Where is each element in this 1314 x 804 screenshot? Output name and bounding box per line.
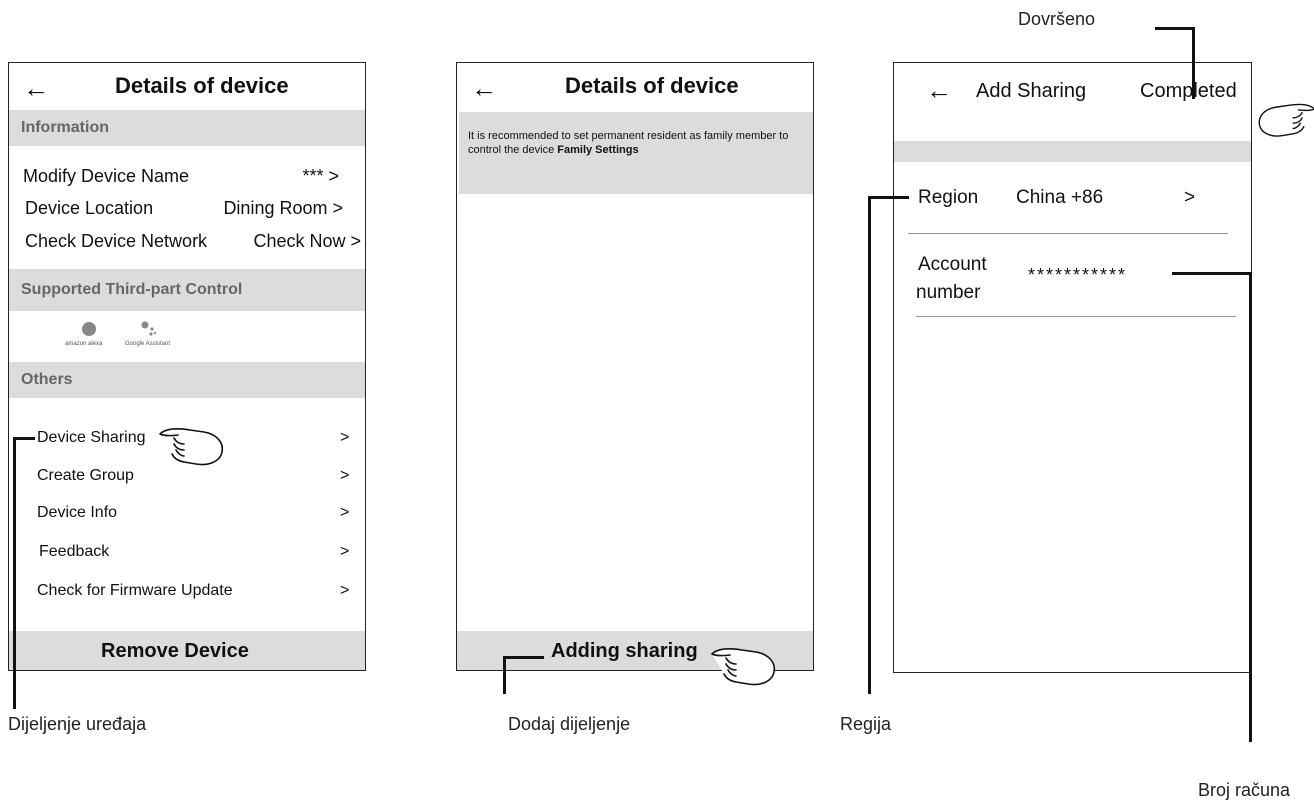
region-label[interactable]: Region <box>918 187 978 209</box>
create-group-chevron[interactable]: > <box>340 467 349 485</box>
screen-add-sharing: ← Add Sharing Completed Region China +86… <box>893 62 1252 673</box>
annotation-device-sharing: Dijeljenje uređaja <box>8 714 147 734</box>
back-arrow-icon[interactable]: ← <box>471 73 497 104</box>
page-title: Details of device <box>115 73 289 98</box>
google-assistant-label: Google Assistant <box>125 341 171 347</box>
feedback-chevron[interactable]: > <box>340 543 349 561</box>
device-location-value[interactable]: Dining Room > <box>223 198 343 219</box>
leader-line <box>504 656 544 659</box>
device-info-item[interactable]: Device Info <box>37 504 117 522</box>
back-arrow-icon[interactable]: ← <box>23 73 49 104</box>
check-network-value[interactable]: Check Now > <box>253 231 361 252</box>
annotation-account-number: Broj računa <box>1198 780 1291 800</box>
leader-line <box>1155 27 1195 30</box>
leader-line <box>1249 272 1252 742</box>
page-title: Details of device <box>565 73 739 98</box>
region-chevron[interactable]: > <box>1184 187 1195 209</box>
account-number-label: Account <box>918 254 987 275</box>
screen-details-sharing: ← Details of device It is recommended to… <box>456 62 814 671</box>
leader-line <box>1172 272 1252 275</box>
create-group-item[interactable]: Create Group <box>37 467 134 485</box>
family-settings-link[interactable]: Family Settings <box>557 144 638 156</box>
family-settings-notice: It is recommended to set permanent resid… <box>459 112 813 194</box>
leader-line <box>15 437 35 440</box>
leader-line <box>503 656 506 694</box>
check-network-label[interactable]: Check Device Network <box>25 231 207 252</box>
firmware-update-chevron[interactable]: > <box>340 582 349 600</box>
pointing-hand-icon <box>711 648 776 686</box>
screen-device-details: ← Details of device Information Modify D… <box>8 62 366 671</box>
google-assistant-logo-icon <box>141 321 157 336</box>
alexa-label: amazon alexa <box>65 341 103 347</box>
region-value[interactable]: China +86 <box>1016 187 1103 209</box>
modify-device-name-label[interactable]: Modify Device Name <box>23 166 189 187</box>
modify-device-name-value[interactable]: *** > <box>302 166 339 187</box>
annotation-completed: Dovršeno <box>1018 9 1096 29</box>
device-location-label[interactable]: Device Location <box>25 198 153 219</box>
device-sharing-chevron[interactable]: > <box>340 429 349 447</box>
section-header-information: Information <box>9 110 365 146</box>
pointing-hand-icon <box>159 428 224 466</box>
account-number-input[interactable]: *********** <box>1028 265 1127 286</box>
device-sharing-item[interactable]: Device Sharing <box>37 429 146 447</box>
completed-button[interactable]: Completed <box>1140 80 1237 103</box>
back-arrow-icon[interactable]: ← <box>926 75 952 106</box>
divider <box>908 233 1228 234</box>
leader-line <box>868 196 871 694</box>
pointing-hand-icon <box>1258 103 1314 137</box>
leader-line <box>869 196 909 199</box>
feedback-item[interactable]: Feedback <box>39 543 109 561</box>
device-info-chevron[interactable]: > <box>340 504 349 522</box>
leader-line <box>1192 27 1195 99</box>
divider <box>916 316 1236 317</box>
page-title: Add Sharing <box>976 80 1087 102</box>
annotation-adding-sharing: Dodaj dijeljenje <box>508 714 631 734</box>
annotation-region: Regija <box>840 714 892 734</box>
section-header-third-party: Supported Third-part Control <box>9 269 365 311</box>
section-divider <box>894 141 1251 162</box>
alexa-logo-icon <box>82 322 96 336</box>
remove-device-button[interactable]: Remove Device <box>9 631 365 670</box>
section-header-others: Others <box>9 362 365 398</box>
firmware-update-item[interactable]: Check for Firmware Update <box>37 582 233 600</box>
leader-line <box>13 437 16 709</box>
account-number-label: number <box>916 282 981 303</box>
